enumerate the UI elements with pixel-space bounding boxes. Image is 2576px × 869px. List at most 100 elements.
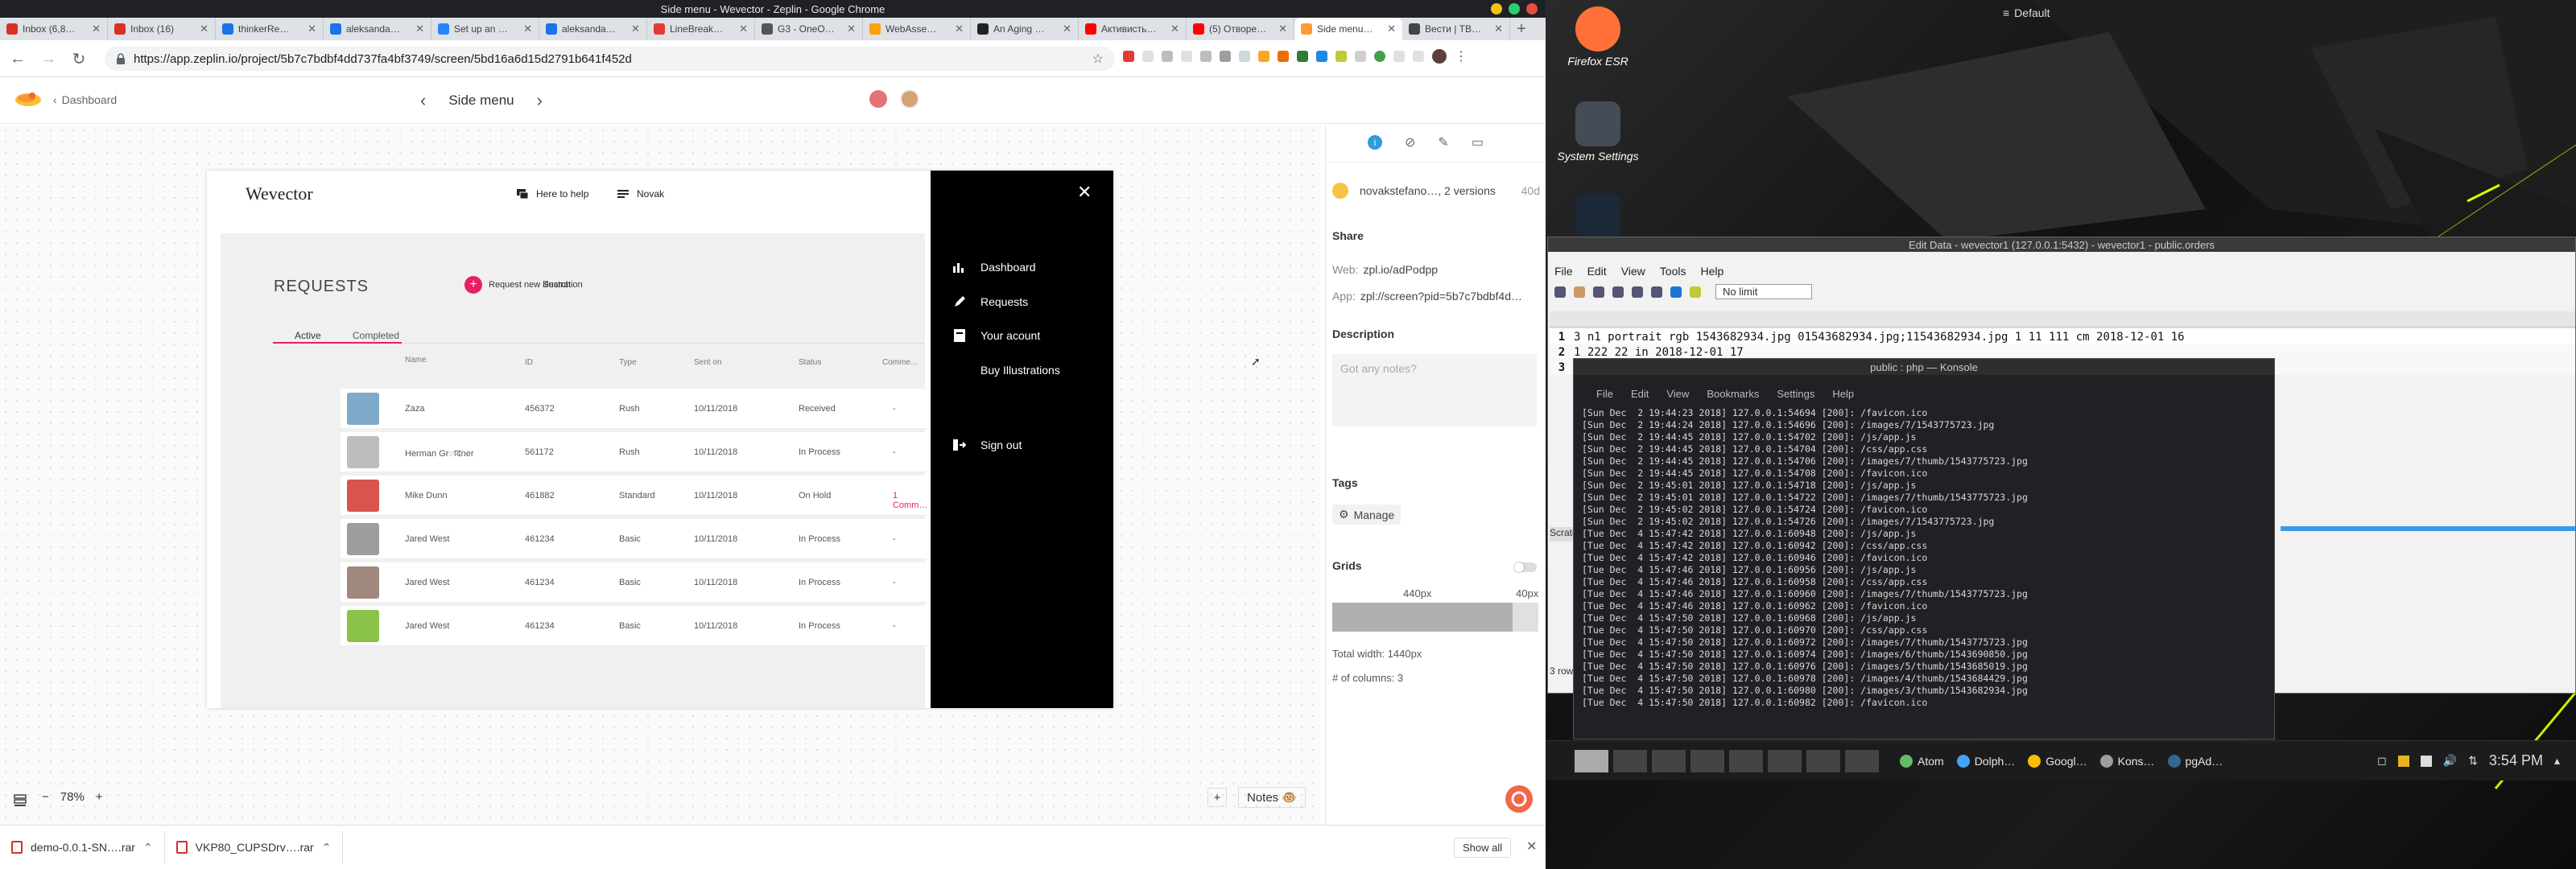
tab-close-icon[interactable]: ✕	[523, 23, 532, 35]
notes-icon[interactable]	[2397, 755, 2409, 767]
eyedropper-icon[interactable]: ✎	[1438, 134, 1448, 150]
tab-close-icon[interactable]: ✕	[955, 23, 964, 35]
comment-icon[interactable]: ▭	[1472, 134, 1484, 150]
pager-desktop[interactable]	[1768, 749, 1802, 772]
menu-item[interactable]: File	[1554, 265, 1573, 278]
tool-icon[interactable]	[1593, 286, 1604, 298]
info-icon[interactable]: i	[1368, 135, 1382, 150]
browser-tab[interactable]: G3 - OneO… ✕	[755, 18, 863, 40]
side-menu-item[interactable]: Dashboard	[953, 261, 1036, 274]
tab-close-icon[interactable]: ✕	[1494, 23, 1503, 35]
zoom-in-button[interactable]: +	[96, 790, 103, 804]
pager-desktop[interactable]	[1690, 749, 1724, 772]
profile-avatar[interactable]	[1432, 49, 1447, 64]
tool-icon[interactable]	[1632, 286, 1643, 298]
new-tab-button[interactable]: +	[1510, 18, 1533, 40]
manage-tags-button[interactable]: ⚙ Manage	[1332, 505, 1402, 525]
tool-icon[interactable]	[1651, 286, 1662, 298]
menu-item[interactable]: Edit	[1587, 265, 1607, 278]
notes-button[interactable]: Notes 🐵	[1238, 787, 1307, 808]
activity-switcher[interactable]: ≡ Default	[2003, 6, 2050, 19]
user-menu[interactable]: Novak	[617, 188, 664, 200]
browser-tab[interactable]: LineBreak… ✕	[647, 18, 755, 40]
share-web-row[interactable]: Web: zpl.io/adPodpp	[1332, 263, 1438, 276]
bookmark-star-icon[interactable]: ☆	[1092, 51, 1104, 67]
clipboard-icon[interactable]: ◻	[2377, 754, 2387, 768]
tab-close-icon[interactable]: ✕	[1063, 23, 1071, 35]
pager-desktop[interactable]	[1613, 749, 1647, 772]
browser-tab[interactable]: aleksanda… ✕	[324, 18, 431, 40]
browser-tab[interactable]: An Aging … ✕	[971, 18, 1079, 40]
network-icon[interactable]: ⇅	[2468, 754, 2478, 768]
zoom-out-button[interactable]: −	[42, 790, 49, 804]
zeplin-logo-icon[interactable]	[14, 90, 42, 108]
desktop-shortcut[interactable]: System Settings	[1550, 101, 1646, 163]
maximize-button[interactable]	[1509, 3, 1520, 14]
next-screen-button[interactable]: ›	[537, 90, 543, 111]
extension-icon[interactable]	[1374, 51, 1385, 62]
menu-item[interactable]: Edit	[1631, 388, 1649, 400]
tab-close-icon[interactable]: ✕	[739, 23, 748, 35]
browser-tab[interactable]: Side menu… ✕	[1294, 18, 1402, 40]
browser-tab[interactable]: (5) Отворе… ✕	[1187, 18, 1294, 40]
search-link[interactable]: Search	[543, 280, 571, 290]
table-row[interactable]: Jared West 461234 Basic 10/11/2018 In Proces…	[341, 606, 931, 646]
close-downloads-icon[interactable]: ✕	[1526, 838, 1537, 855]
zeplin-canvas[interactable]: Wevector Here to help Novak REQUESTS + R…	[0, 125, 1320, 825]
filter-icon[interactable]	[1670, 286, 1682, 298]
tab-close-icon[interactable]: ✕	[200, 23, 208, 35]
back-to-dashboard[interactable]: ‹ Dashboard	[53, 93, 117, 106]
forward-button[interactable]: →	[35, 46, 61, 72]
notifications-icon[interactable]	[869, 90, 887, 108]
table-row[interactable]: Herman Grादner 561172 Rush 10/11/2018 In Pro…	[341, 432, 931, 472]
extension-icon[interactable]	[1220, 51, 1231, 62]
browser-tab[interactable]: Активисть… ✕	[1079, 18, 1187, 40]
task-button[interactable]: pgAd…	[2163, 745, 2228, 777]
tab-close-icon[interactable]: ✕	[92, 23, 101, 35]
side-menu-item[interactable]: Sign out	[953, 439, 1022, 451]
filter-icon[interactable]	[1690, 286, 1701, 298]
close-window-button[interactable]	[1526, 3, 1538, 14]
download-item[interactable]: demo-0.0.1-SN….rar ⌃	[0, 831, 165, 863]
download-item[interactable]: VKP80_CUPSDrv….rar ⌃	[165, 831, 344, 863]
pager-desktop[interactable]	[1652, 749, 1686, 772]
browser-tab[interactable]: Вести | ТВ… ✕	[1402, 18, 1510, 40]
table-row[interactable]: Jared West 461234 Basic 10/11/2018 In Proces…	[341, 519, 931, 559]
menu-item[interactable]: Help	[1832, 388, 1854, 400]
task-button[interactable]: Atom	[1895, 745, 1949, 777]
chevron-up-icon[interactable]: ⌃	[143, 841, 153, 855]
menu-item[interactable]: File	[1596, 388, 1613, 400]
minimize-button[interactable]	[1491, 3, 1502, 14]
address-bar[interactable]: https://app.zeplin.io/project/5b7c7bdbf4…	[105, 47, 1115, 71]
pager-desktop[interactable]	[1845, 749, 1879, 772]
tab-close-icon[interactable]: ✕	[847, 23, 856, 35]
browser-tab[interactable]: Inbox (6,8… ✕	[0, 18, 108, 40]
show-all-button[interactable]: Show all	[1454, 838, 1512, 858]
task-button[interactable]: Kons…	[2095, 745, 2160, 777]
chrome-menu-icon[interactable]: ⋮	[1455, 48, 1468, 64]
tab-close-icon[interactable]: ✕	[631, 23, 640, 35]
tab-close-icon[interactable]: ✕	[1170, 23, 1179, 35]
terminal-output[interactable]: [Sun Dec 2 19:44:23 2018] 127.0.0.1:5469…	[1582, 407, 2266, 737]
reload-button[interactable]: ↻	[66, 46, 92, 72]
limit-select[interactable]: No limit	[1715, 284, 1812, 299]
notes-textarea[interactable]: Got any notes?	[1332, 354, 1537, 426]
extension-icon[interactable]	[1355, 51, 1366, 62]
layers-icon[interactable]	[13, 793, 27, 808]
tab-close-icon[interactable]: ✕	[308, 23, 316, 35]
extension-icon[interactable]	[1278, 51, 1289, 62]
grid-row[interactable]: 1 3 n1 portrait rgb 1543682934.jpg 015436…	[1550, 329, 2575, 344]
table-row[interactable]: Mike Dunn 461882 Standard 10/11/2018 On Hold…	[341, 476, 931, 516]
browser-tab[interactable]: Set up an … ✕	[431, 18, 539, 40]
menu-item[interactable]: Help	[1700, 265, 1724, 278]
browser-tab[interactable]: WebAsse… ✕	[863, 18, 971, 40]
display-icon[interactable]	[2420, 755, 2432, 767]
task-button[interactable]: Dolph…	[1952, 745, 2021, 777]
task-button[interactable]: Googl…	[2023, 745, 2091, 777]
pager-desktop[interactable]	[1806, 749, 1840, 772]
tool-icon[interactable]	[1612, 286, 1624, 298]
pager-desktop[interactable]	[1729, 749, 1763, 772]
extension-icon[interactable]	[1258, 51, 1269, 62]
menu-item[interactable]: View	[1621, 265, 1645, 278]
side-menu-item[interactable]: Your acount	[953, 329, 1040, 342]
